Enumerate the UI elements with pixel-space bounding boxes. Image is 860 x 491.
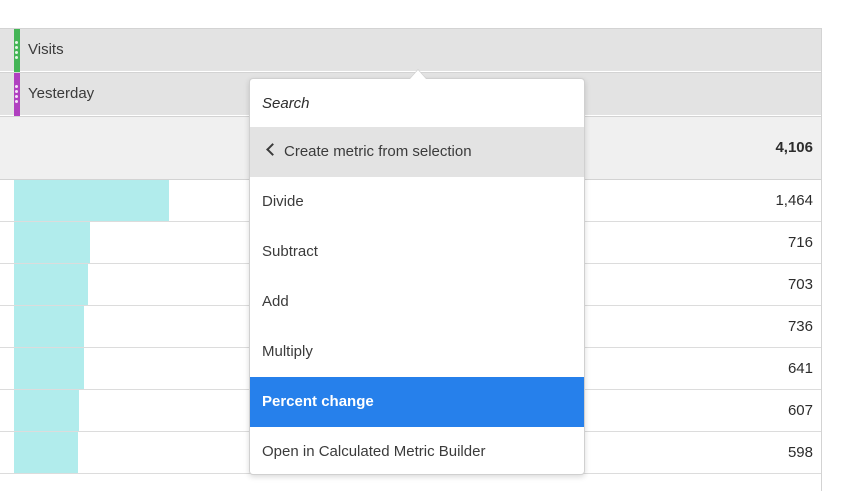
column-header-visits[interactable]: Visits [0, 28, 821, 72]
menu-item-multiply[interactable]: Multiply [250, 327, 584, 377]
value-bar [14, 180, 169, 221]
value-bar [14, 390, 79, 431]
row-value: 736 [787, 318, 813, 335]
value-bar [14, 432, 78, 473]
row-value: 716 [787, 234, 813, 251]
search-field[interactable] [250, 79, 584, 127]
menu-item-label: Multiply [262, 343, 313, 360]
metric-context-menu: Create metric from selection Divide Subtr… [249, 78, 585, 475]
menu-item-label: Add [262, 293, 289, 310]
page: Visits Yesterday 4,106 1,464 716 703 736 641… [0, 0, 860, 491]
row-value: 641 [787, 360, 813, 377]
search-input[interactable] [262, 90, 572, 116]
menu-item-subtract[interactable]: Subtract [250, 227, 584, 277]
value-bar [14, 264, 88, 305]
column-header-label: Yesterday [28, 85, 95, 102]
menu-item-label: Open in Calculated Metric Builder [262, 443, 486, 460]
row-value: 703 [787, 276, 813, 293]
metric-drag-handle[interactable] [14, 29, 20, 72]
column-header-label: Visits [28, 41, 64, 58]
menu-item-label: Divide [262, 193, 304, 210]
popover-arrow [410, 70, 426, 79]
value-bar [14, 306, 84, 347]
menu-item-percent-change[interactable]: Percent change [250, 377, 584, 427]
value-bar [14, 222, 90, 263]
menu-item-label: Subtract [262, 243, 318, 260]
menu-item-divide[interactable]: Divide [250, 177, 584, 227]
row-value: 598 [787, 444, 813, 461]
create-metric-back-button[interactable]: Create metric from selection [250, 127, 584, 177]
value-bar [14, 348, 84, 389]
total-value: 4,106 [775, 139, 813, 156]
chevron-left-icon [266, 143, 279, 156]
back-label: Create metric from selection [284, 143, 472, 160]
menu-item-add[interactable]: Add [250, 277, 584, 327]
menu-item-label: Percent change [262, 393, 374, 410]
menu-item-open-in-calculated-metric-builder[interactable]: Open in Calculated Metric Builder [250, 427, 584, 477]
segment-drag-handle[interactable] [14, 73, 20, 116]
row-value: 1,464 [775, 192, 813, 209]
row-value: 607 [787, 402, 813, 419]
